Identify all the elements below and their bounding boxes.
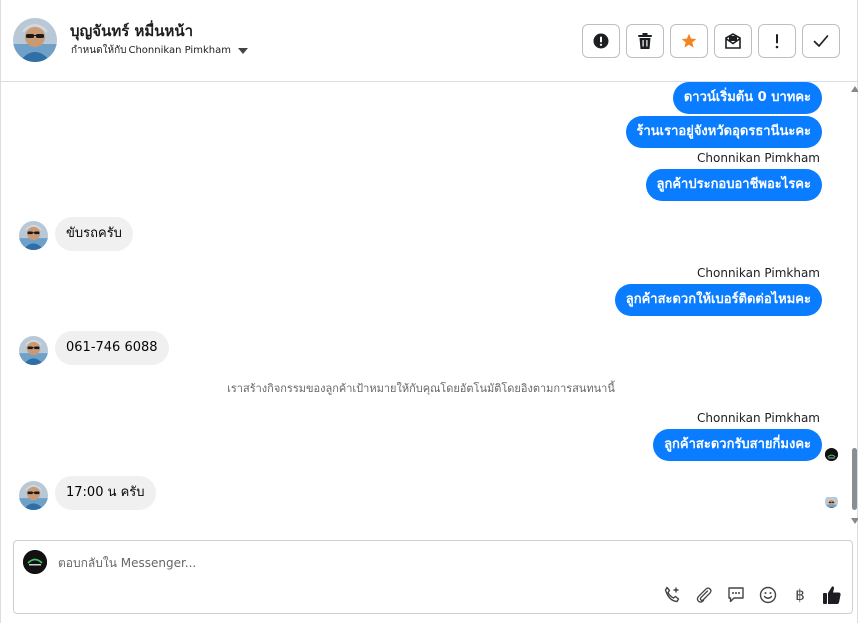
emoji-button[interactable] bbox=[758, 585, 778, 605]
sender-name: Chonnikan Pimkham bbox=[697, 411, 820, 425]
alert-circle-icon bbox=[593, 33, 609, 49]
message-incoming[interactable]: 061-746 6088 bbox=[55, 331, 169, 365]
scroll-down-arrow-icon[interactable] bbox=[851, 518, 858, 524]
system-notice: เราสร้างกิจกรรมของลูกค้าเป้าหมายให้กับคุ… bbox=[227, 382, 615, 395]
message-scrollbar[interactable] bbox=[849, 84, 858, 528]
contact-avatar[interactable] bbox=[13, 18, 57, 62]
message-incoming[interactable]: 17:00 น ครับ bbox=[55, 476, 156, 510]
star-icon bbox=[681, 33, 697, 48]
paperclip-icon bbox=[696, 587, 712, 603]
reply-input[interactable] bbox=[58, 553, 618, 573]
assigned-to: Chonnikan Pimkham bbox=[128, 45, 231, 56]
mark-unread-button[interactable] bbox=[714, 24, 752, 58]
baht-icon: ฿ bbox=[795, 586, 805, 604]
call-add-icon bbox=[664, 586, 680, 603]
trash-icon bbox=[638, 33, 652, 49]
payment-button[interactable]: ฿ bbox=[790, 585, 810, 605]
mail-mark-icon bbox=[725, 33, 741, 49]
mark-done-button[interactable] bbox=[802, 24, 840, 58]
attach-button[interactable] bbox=[694, 585, 714, 605]
sender-name: Chonnikan Pimkham bbox=[697, 266, 820, 280]
emoji-icon bbox=[759, 586, 777, 604]
delete-button[interactable] bbox=[626, 24, 664, 58]
contact-avatar-small bbox=[19, 336, 48, 365]
sender-name: Chonnikan Pimkham bbox=[697, 151, 820, 165]
assign-dropdown[interactable]: กำหนดให้กับ Chonnikan Pimkham bbox=[71, 43, 248, 58]
message-outgoing[interactable]: ลูกค้าประกอบอาชีพอะไรคะ bbox=[645, 169, 822, 201]
message-outgoing[interactable]: ลูกค้าสะดวกรับสายกี่มงคะ bbox=[653, 429, 822, 461]
saved-replies-button[interactable] bbox=[726, 585, 746, 605]
seen-indicator-contact bbox=[825, 495, 838, 508]
star-button[interactable] bbox=[670, 24, 708, 58]
contact-avatar-small bbox=[19, 481, 48, 510]
composer-tools: ฿ bbox=[662, 585, 842, 605]
conversation-header: บุญจันทร์ หมื่นหน้า กำหนดให้กับ Chonnika… bbox=[1, 0, 858, 82]
check-icon bbox=[813, 35, 829, 47]
thumbs-up-icon bbox=[823, 586, 841, 604]
scroll-up-arrow-icon[interactable] bbox=[851, 86, 858, 92]
reply-composer: ฿ bbox=[13, 540, 853, 614]
message-outgoing[interactable]: ลูกค้าสะดวกให้เบอร์ติดต่อไหมคะ bbox=[614, 284, 822, 316]
page-avatar bbox=[23, 550, 47, 574]
message-incoming[interactable]: ขับรถครับ bbox=[55, 217, 133, 251]
message-outgoing[interactable]: ดาวน์เริ่มต้น 0 บาทคะ bbox=[672, 82, 822, 114]
mark-spam-button[interactable] bbox=[582, 24, 620, 58]
saved-reply-icon bbox=[728, 587, 744, 603]
contact-avatar-small bbox=[19, 221, 48, 250]
exclamation-icon bbox=[775, 34, 779, 49]
call-button[interactable] bbox=[662, 585, 682, 605]
scrollbar-thumb[interactable] bbox=[852, 448, 857, 510]
contact-name[interactable]: บุญจันทร์ หมื่นหน้า bbox=[70, 19, 193, 43]
assigned-label: กำหนดให้กับ bbox=[71, 45, 127, 56]
seen-indicator-page bbox=[825, 448, 838, 461]
message-outgoing[interactable]: ร้านเราอยู่จังหวัดอุดรธานีนะคะ bbox=[625, 116, 822, 148]
like-button[interactable] bbox=[822, 585, 842, 605]
chevron-down-icon bbox=[237, 47, 248, 54]
follow-up-button[interactable] bbox=[758, 24, 796, 58]
conversation-panel: บุญจันทร์ หมื่นหน้า กำหนดให้กับ Chonnika… bbox=[0, 0, 858, 623]
header-actions bbox=[582, 24, 840, 58]
message-list[interactable]: ดาวน์เริ่มต้น 0 บาทคะ ร้านเราอยู่จังหวัด… bbox=[1, 82, 849, 534]
